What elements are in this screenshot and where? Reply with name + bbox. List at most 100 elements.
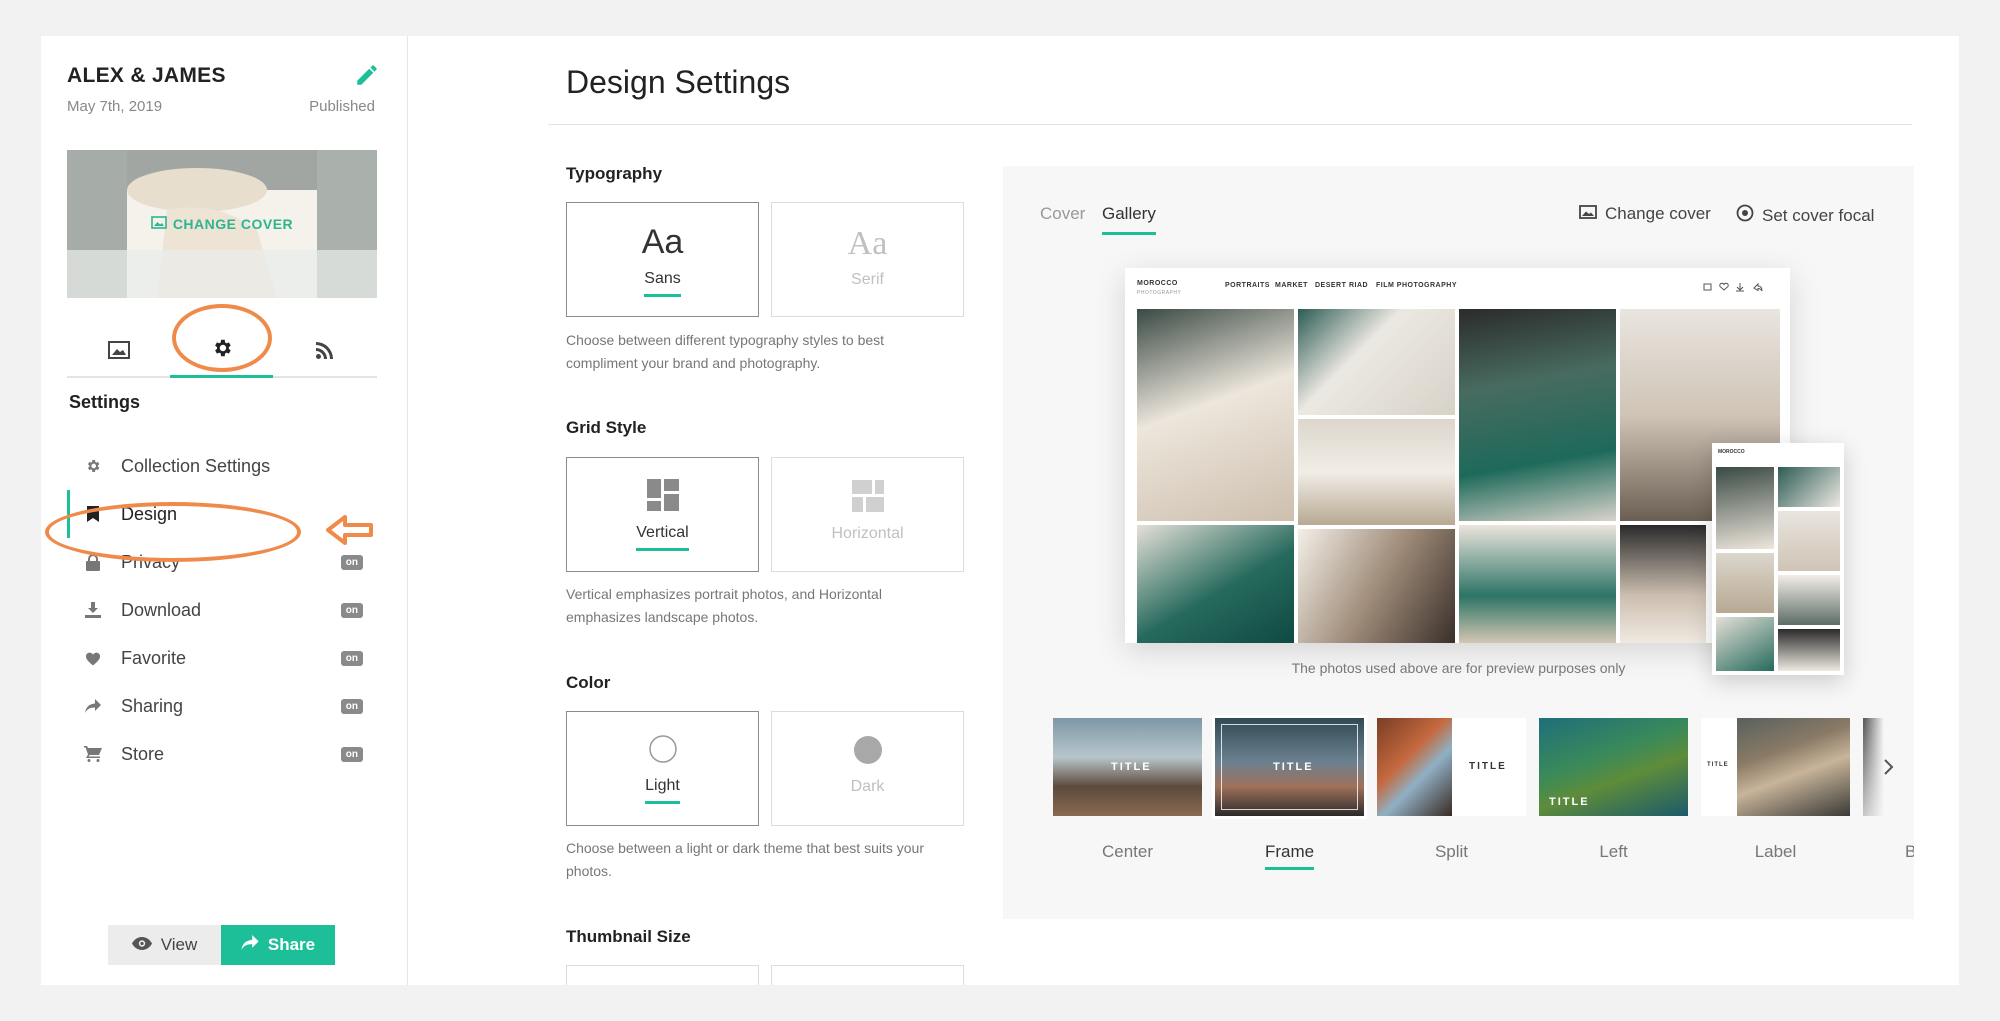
mobile-photo <box>1778 575 1840 625</box>
menu-item-sharing[interactable]: Sharing on <box>67 682 377 730</box>
horizontal-grid-icon <box>851 480 884 517</box>
preview-note: The photos used above are for preview pu… <box>1291 660 1626 676</box>
share-button[interactable]: Share <box>221 925 335 965</box>
dark-circle-icon <box>853 735 883 770</box>
option-label: Serif <box>851 270 884 288</box>
gear-icon <box>83 456 103 476</box>
tab-photos[interactable] <box>67 326 170 378</box>
cover-style-name[interactable]: Left <box>1539 842 1688 862</box>
gallery-photo <box>1298 529 1455 643</box>
menu-item-label: Collection Settings <box>121 455 271 476</box>
gallery-photo <box>1137 309 1294 521</box>
thumbnail-option-1[interactable] <box>566 965 759 985</box>
settings-menu: Collection Settings Design Privacy on Do… <box>67 442 377 778</box>
gallery-photo <box>1137 525 1294 643</box>
change-cover-action[interactable]: Change cover <box>1579 204 1711 224</box>
page-title: Design Settings <box>566 64 791 100</box>
sidebar: ALEX & JAMES May 7th, 2019 Published CHA… <box>41 36 408 985</box>
image-icon <box>107 340 130 364</box>
typography-option-sans[interactable]: Aa Sans <box>566 202 759 317</box>
cover-style-name-label: Frame <box>1264 842 1315 870</box>
cover-style-name[interactable]: Split <box>1377 842 1526 862</box>
gallery-photo <box>1298 419 1455 525</box>
mobile-photo <box>1778 467 1840 507</box>
option-label: Dark <box>850 778 885 795</box>
mobile-brand: MOROCCO <box>1718 449 1745 455</box>
cover-style-split[interactable]: TITLE <box>1377 718 1526 816</box>
option-label: Sans <box>644 270 681 297</box>
mock-nav-item: RIAD <box>1349 282 1369 289</box>
menu-item-download[interactable]: Download on <box>67 586 377 634</box>
tab-activity[interactable] <box>273 326 376 378</box>
pencil-icon[interactable] <box>354 62 380 88</box>
gallery-photo <box>1459 525 1616 643</box>
tab-cover[interactable]: Cover <box>1040 204 1085 224</box>
rss-icon <box>315 340 335 365</box>
cover-style-name[interactable]: Frame <box>1215 842 1364 870</box>
color-heading: Color <box>566 673 611 692</box>
mock-subtitle: PHOTOGRAPHY <box>1137 290 1182 296</box>
menu-item-store[interactable]: Store on <box>67 730 377 778</box>
tab-gallery[interactable]: Gallery <box>1102 204 1156 235</box>
color-option-light[interactable]: Light <box>566 711 759 826</box>
typography-heading: Typography <box>566 164 663 183</box>
share-icon <box>83 696 103 716</box>
mock-toolbar-icon <box>1703 282 1763 292</box>
view-label: View <box>160 935 198 954</box>
cover-style-title: TITLE <box>1111 761 1152 773</box>
cover-style-name[interactable]: B <box>1905 842 1914 862</box>
color-option-dark[interactable]: Dark <box>771 711 964 826</box>
cover-style-name[interactable]: Center <box>1053 842 1202 862</box>
light-circle-icon <box>648 734 678 769</box>
cover-style-title: TITLE <box>1273 761 1314 773</box>
option-label: Vertical <box>636 524 689 551</box>
status-label: Published <box>309 98 375 115</box>
annotation-circle <box>172 304 272 372</box>
cart-icon <box>83 744 103 764</box>
target-icon <box>1736 204 1754 227</box>
cover-image[interactable]: CHANGE COVER <box>67 150 377 298</box>
menu-item-collection-settings[interactable]: Collection Settings <box>67 442 377 490</box>
eye-icon <box>131 935 152 955</box>
cover-style-title: TITLE <box>1707 762 1729 768</box>
menu-item-favorite[interactable]: Favorite on <box>67 634 377 682</box>
cover-style-frame[interactable]: TITLE <box>1212 715 1367 819</box>
collection-title: ALEX & JAMES <box>67 64 226 87</box>
vertical-grid-icon <box>646 478 679 516</box>
thumbnail-option-2[interactable] <box>771 965 964 985</box>
menu-item-label: Sharing <box>121 695 184 716</box>
status-badge: on <box>340 602 363 618</box>
change-cover-label: Change cover <box>1605 204 1711 223</box>
chevron-right-icon[interactable] <box>1864 718 1914 816</box>
font-glyph: Aa <box>847 224 888 262</box>
cover-style-title: TITLE <box>1549 796 1590 808</box>
cover-style-left[interactable]: TITLE <box>1539 718 1688 816</box>
view-button[interactable]: View <box>108 925 221 965</box>
change-cover-label: CHANGE COVER <box>172 216 294 232</box>
status-badge: on <box>340 746 363 762</box>
collection-date: May 7th, 2019 <box>67 98 163 115</box>
set-cover-focal-action[interactable]: Set cover focal <box>1736 204 1874 227</box>
divider <box>548 124 1912 125</box>
menu-item-label: Store <box>121 743 165 764</box>
typography-option-serif[interactable]: Aa Serif <box>771 202 964 317</box>
mock-brand: MOROCCO <box>1137 280 1178 287</box>
menu-item-label: Download <box>121 599 202 620</box>
cover-style-name[interactable]: Label <box>1701 842 1850 862</box>
settings-heading: Settings <box>69 392 141 412</box>
share-icon <box>241 935 259 955</box>
grid-option-vertical[interactable]: Vertical <box>566 457 759 572</box>
grid-option-horizontal[interactable]: Horizontal <box>771 457 964 572</box>
mock-nav-item: DESERT <box>1315 282 1347 289</box>
cover-style-center[interactable]: TITLE <box>1053 718 1202 816</box>
thumbnail-size-heading: Thumbnail Size <box>566 927 691 946</box>
annotation-arrow-icon <box>326 515 373 545</box>
app-window: ALEX & JAMES May 7th, 2019 Published CHA… <box>41 36 1959 985</box>
option-label: Light <box>645 777 680 804</box>
typography-description: Choose between different typography styl… <box>566 332 885 371</box>
mobile-preview-mock: MOROCCO <box>1712 443 1844 675</box>
grid-style-description: Vertical emphasizes portrait photos, and… <box>566 586 882 625</box>
change-cover-button[interactable]: CHANGE COVER <box>67 150 377 298</box>
mock-nav-item: MARKET <box>1275 282 1308 289</box>
cover-style-label[interactable]: TITLE <box>1701 718 1850 816</box>
